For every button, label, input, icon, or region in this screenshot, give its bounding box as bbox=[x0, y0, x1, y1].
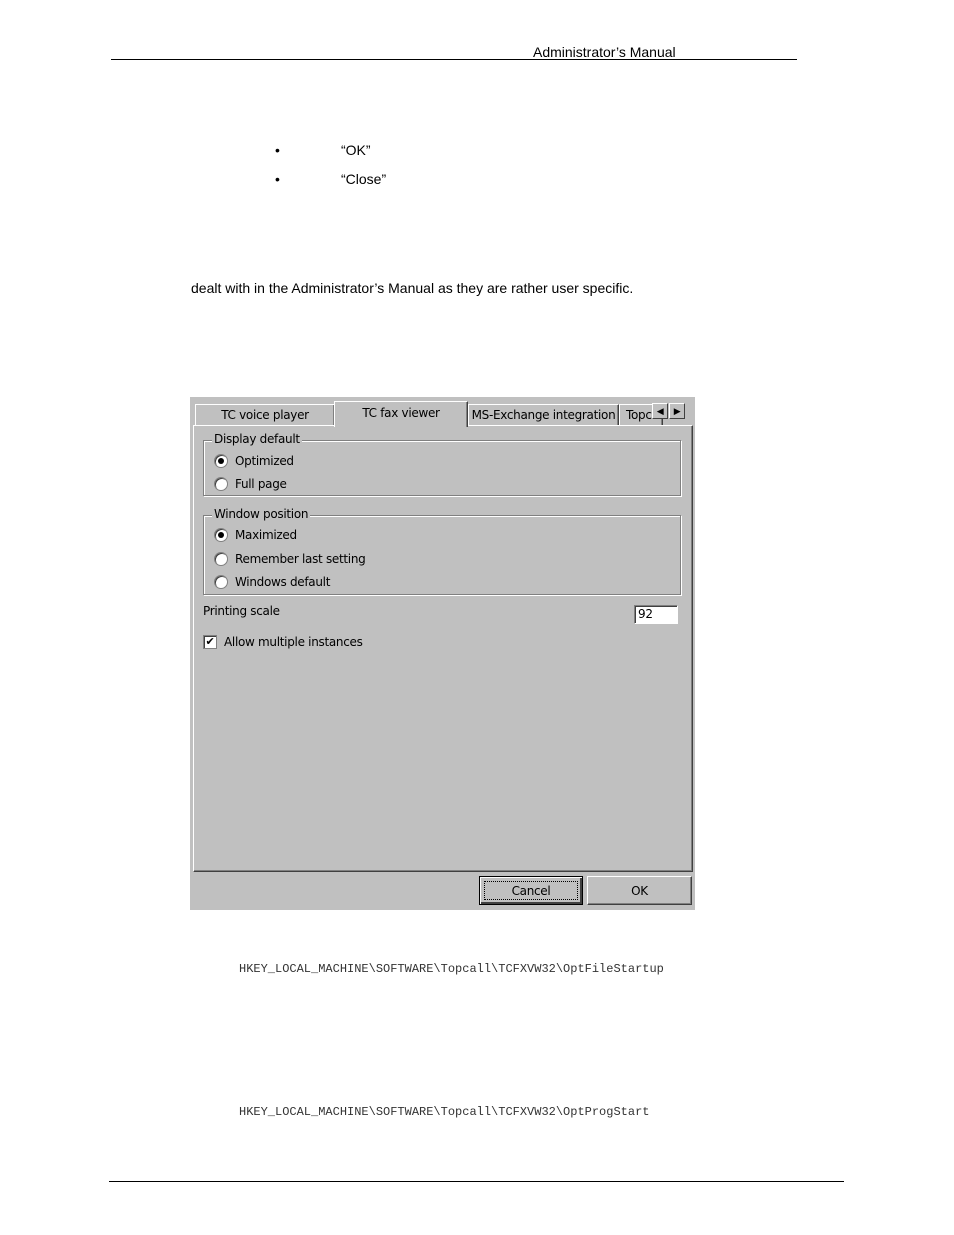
radio-optimized[interactable]: Optimized bbox=[214, 452, 294, 470]
tab-label: Topc bbox=[626, 408, 652, 422]
registry-key-opt-prog-start: HKEY_LOCAL_MACHINE\SOFTWARE\Topcall\TCFX… bbox=[239, 1105, 650, 1119]
tab-label: TC fax viewer bbox=[362, 406, 440, 420]
group-legend: Window position bbox=[212, 507, 311, 521]
tab-label: TC voice player bbox=[221, 408, 309, 422]
printing-scale-label: Printing scale bbox=[203, 604, 280, 618]
body-paragraph: dealt with in the Administrator’s Manual… bbox=[191, 280, 634, 296]
tab-page-fax-viewer: Display default Optimized Full page Wind… bbox=[193, 425, 693, 872]
allow-multiple-instances-checkbox[interactable]: ✔ Allow multiple instances bbox=[203, 633, 363, 651]
cancel-button[interactable]: Cancel bbox=[479, 876, 583, 905]
bullet-text: “Close” bbox=[341, 171, 387, 187]
bullet-text: “OK” bbox=[341, 142, 371, 158]
bullet-item: • “Close” bbox=[275, 171, 575, 189]
radio-remember-last-setting[interactable]: Remember last setting bbox=[214, 550, 366, 568]
radio-maximized[interactable]: Maximized bbox=[214, 526, 297, 544]
group-legend: Display default bbox=[212, 432, 302, 446]
running-header-title: Administrator’s Manual bbox=[533, 44, 676, 60]
radio-label: Full page bbox=[235, 477, 287, 491]
checkmark-icon: ✔ bbox=[203, 635, 217, 649]
tab-tc-fax-viewer[interactable]: TC fax viewer bbox=[334, 401, 468, 427]
radio-full-page[interactable]: Full page bbox=[214, 475, 287, 493]
checkbox-label: Allow multiple instances bbox=[224, 635, 363, 649]
footer-rule bbox=[109, 1181, 844, 1182]
tab-ms-exchange-integration[interactable]: MS-Exchange integration bbox=[468, 404, 619, 425]
bullet-item: • “OK” bbox=[275, 142, 575, 160]
radio-unselected-icon bbox=[214, 575, 228, 589]
bullet-marker: • bbox=[275, 142, 280, 158]
tab-tc-voice-player[interactable]: TC voice player bbox=[195, 404, 335, 425]
arrow-left-icon: ◀ bbox=[656, 407, 664, 417]
radio-label: Maximized bbox=[235, 528, 297, 542]
printing-scale-input[interactable]: 92 bbox=[634, 605, 678, 624]
registry-key-opt-file-startup: HKEY_LOCAL_MACHINE\SOFTWARE\Topcall\TCFX… bbox=[239, 962, 664, 976]
radio-label: Optimized bbox=[235, 454, 294, 468]
radio-selected-icon bbox=[214, 528, 228, 542]
radio-label: Windows default bbox=[235, 575, 331, 589]
radio-windows-default[interactable]: Windows default bbox=[214, 573, 330, 591]
radio-unselected-icon bbox=[214, 477, 228, 491]
tab-scroll-left-button[interactable]: ◀ bbox=[652, 403, 668, 419]
arrow-right-icon: ▶ bbox=[673, 407, 681, 417]
options-dialog: TC voice player TC fax viewer MS-Exchang… bbox=[190, 397, 695, 910]
radio-unselected-icon bbox=[214, 552, 228, 566]
display-default-group: Display default Optimized Full page bbox=[203, 432, 681, 496]
tab-scroll-right-button[interactable]: ▶ bbox=[669, 403, 685, 419]
bullet-marker: • bbox=[275, 171, 280, 187]
cancel-button-label: Cancel bbox=[484, 881, 578, 900]
radio-label: Remember last setting bbox=[235, 552, 366, 566]
tab-label: MS-Exchange integration bbox=[471, 408, 616, 422]
header-rule bbox=[111, 59, 797, 60]
window-position-group: Window position Maximized Remember last … bbox=[203, 507, 681, 595]
radio-selected-icon bbox=[214, 454, 228, 468]
ok-button-label: OK bbox=[631, 884, 648, 898]
ok-button[interactable]: OK bbox=[587, 876, 692, 905]
